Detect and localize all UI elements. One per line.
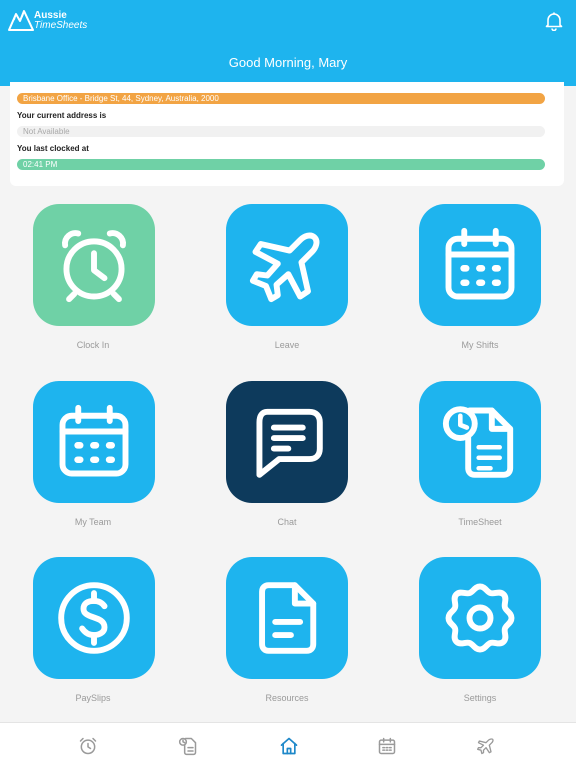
calendar-icon — [59, 404, 129, 477]
current-address-label: Your current address is — [17, 111, 107, 120]
my-shifts-label: My Shifts — [461, 340, 499, 350]
tab-timesheet[interactable] — [178, 736, 198, 756]
home-icon — [280, 737, 298, 755]
chat-bubble-icon — [256, 408, 323, 478]
chat-button[interactable] — [226, 381, 348, 503]
logo-text-timesheets: TimeSheets — [34, 20, 88, 31]
settings-button[interactable] — [419, 557, 541, 679]
greeting-text: Good Morning, Mary — [228, 55, 348, 70]
last-clocked-value: 02:41 PM — [17, 159, 545, 170]
timesheet-button[interactable] — [419, 381, 541, 503]
logo-mountain-icon — [8, 10, 34, 31]
bottom-tab-bar — [0, 722, 576, 768]
tab-clock[interactable] — [78, 736, 98, 756]
timesheet-document-icon — [442, 406, 514, 478]
calendar-icon — [445, 227, 515, 300]
resources-label: Resources — [265, 693, 309, 703]
airplane-icon — [477, 738, 494, 755]
gear-icon — [445, 583, 515, 653]
tab-calendar[interactable] — [377, 736, 397, 756]
notifications-bell-icon[interactable] — [544, 11, 564, 32]
calendar-icon — [378, 737, 396, 755]
settings-label: Settings — [463, 693, 497, 703]
airplane-icon — [249, 232, 320, 303]
office-location-bar: Brisbane Office - Bridge St, 44, Sydney,… — [17, 93, 545, 104]
last-clocked-label: You last clocked at — [17, 144, 89, 153]
alarm-clock-icon — [62, 230, 126, 303]
alarm-clock-icon — [79, 737, 97, 755]
my-team-label: My Team — [74, 517, 112, 527]
timesheet-document-icon — [178, 737, 197, 756]
tab-home[interactable] — [279, 736, 299, 756]
my-shifts-button[interactable] — [419, 204, 541, 326]
clock-in-label: Clock In — [76, 340, 110, 350]
current-address-value: Not Available — [17, 126, 545, 137]
chat-label: Chat — [277, 517, 297, 527]
leave-button[interactable] — [226, 204, 348, 326]
tab-leave[interactable] — [476, 736, 496, 756]
payslips-button[interactable] — [33, 557, 155, 679]
leave-label: Leave — [274, 340, 300, 350]
resources-button[interactable] — [226, 557, 348, 679]
timesheet-label: TimeSheet — [458, 517, 502, 527]
payslips-label: PaySlips — [75, 693, 111, 703]
document-icon — [259, 582, 317, 654]
dollar-coin-icon — [58, 582, 130, 654]
clock-in-button[interactable] — [33, 204, 155, 326]
clock-info-card: Brisbane Office - Bridge St, 44, Sydney,… — [10, 82, 564, 186]
app-header: Aussie TimeSheets Good Morning, Mary — [0, 0, 576, 86]
my-team-button[interactable] — [33, 381, 155, 503]
app-logo: Aussie TimeSheets — [8, 8, 88, 34]
